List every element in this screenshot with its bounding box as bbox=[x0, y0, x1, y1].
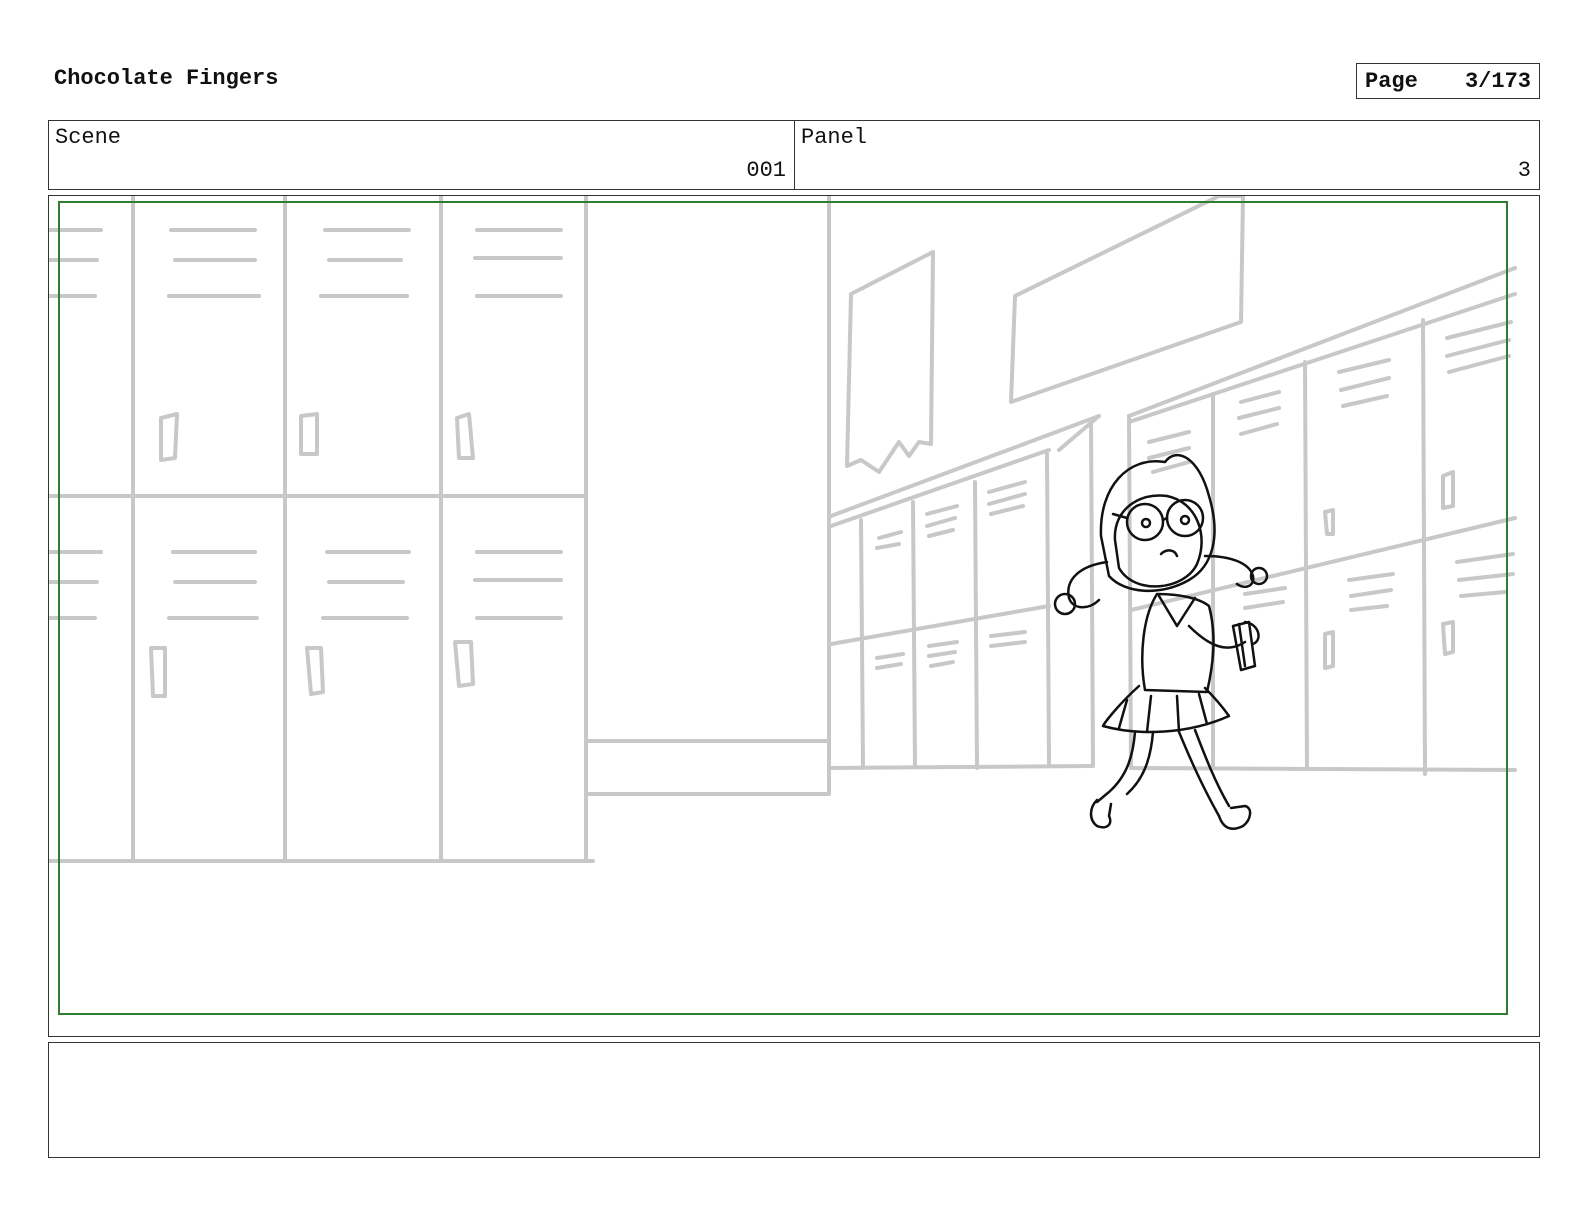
scene-cell: Scene 001 bbox=[49, 121, 794, 189]
storyboard-frame bbox=[48, 195, 1540, 1037]
page-indicator: Page 3/173 bbox=[1356, 63, 1540, 99]
page-label: Page bbox=[1365, 68, 1418, 94]
locker-background bbox=[49, 196, 1517, 863]
scene-number: 001 bbox=[746, 158, 786, 183]
panel-number: 3 bbox=[1517, 158, 1531, 183]
scene-panel-row: Scene 001 Panel 3 bbox=[48, 120, 1540, 190]
safe-frame bbox=[58, 201, 1508, 1015]
storyboard-drawing bbox=[49, 196, 1517, 1015]
character-girl-drawing bbox=[1053, 453, 1269, 830]
notes-box bbox=[48, 1042, 1540, 1158]
panel-label: Panel bbox=[801, 125, 868, 150]
project-title: Chocolate Fingers bbox=[54, 66, 279, 91]
page-number: 3/173 bbox=[1464, 68, 1531, 94]
panel-cell: Panel 3 bbox=[794, 121, 1539, 189]
scene-label: Scene bbox=[55, 125, 122, 150]
